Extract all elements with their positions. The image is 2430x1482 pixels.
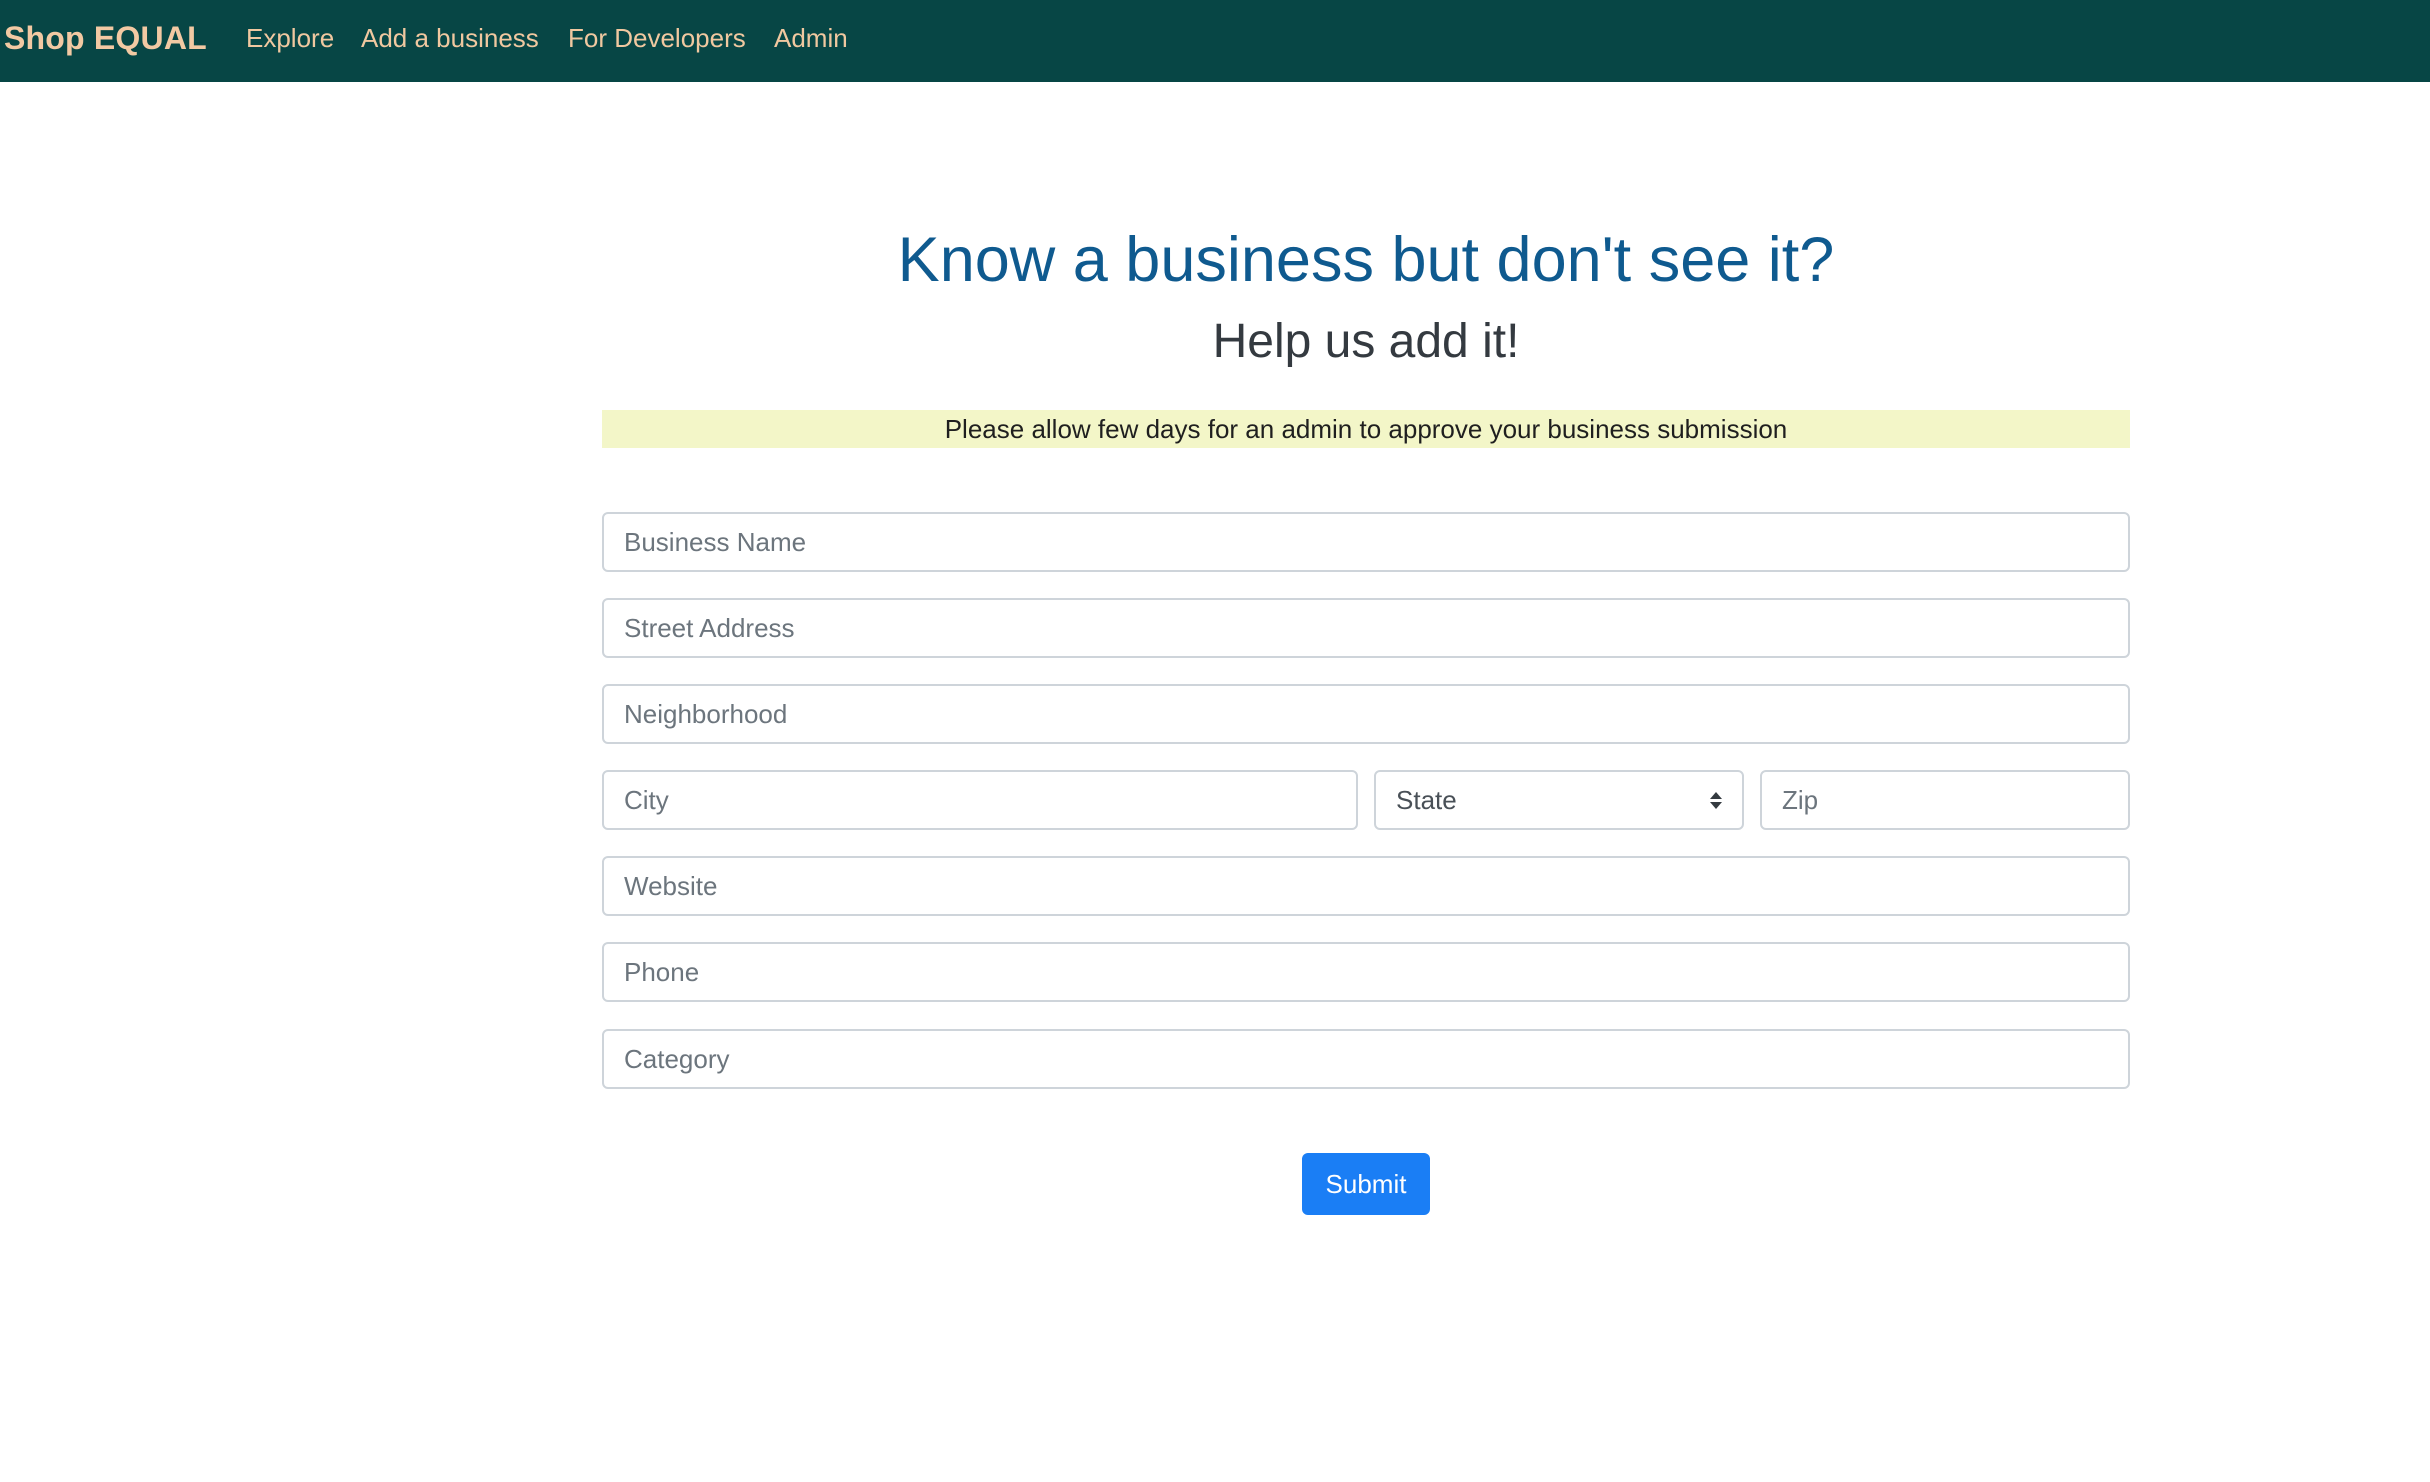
street-address-input[interactable] [602,598,2130,658]
neighborhood-input[interactable] [602,684,2130,744]
submit-button[interactable]: Submit [1302,1153,1430,1215]
approval-notice: Please allow few days for an admin to ap… [602,410,2130,448]
nav-link-add-business[interactable]: Add a business [361,20,539,56]
page-title: Know a business but don't see it? [897,225,1835,295]
top-navbar: Shop EQUAL Explore Add a business For De… [0,0,2430,82]
brand-logo[interactable]: Shop EQUAL [4,18,207,58]
zip-input[interactable] [1760,770,2130,830]
website-input[interactable] [602,856,2130,916]
category-input[interactable] [602,1029,2130,1089]
business-name-input[interactable] [602,512,2130,572]
nav-link-for-developers[interactable]: For Developers [568,20,746,56]
state-select-value: State [1396,784,1457,815]
page-subtitle: Help us add it! [1212,315,1520,368]
select-arrows-icon [1710,791,1722,809]
city-input[interactable] [602,770,1358,830]
nav-link-explore[interactable]: Explore [246,20,334,56]
phone-input[interactable] [602,942,2130,1002]
nav-link-admin[interactable]: Admin [774,20,848,56]
state-select[interactable]: State [1374,770,1744,830]
